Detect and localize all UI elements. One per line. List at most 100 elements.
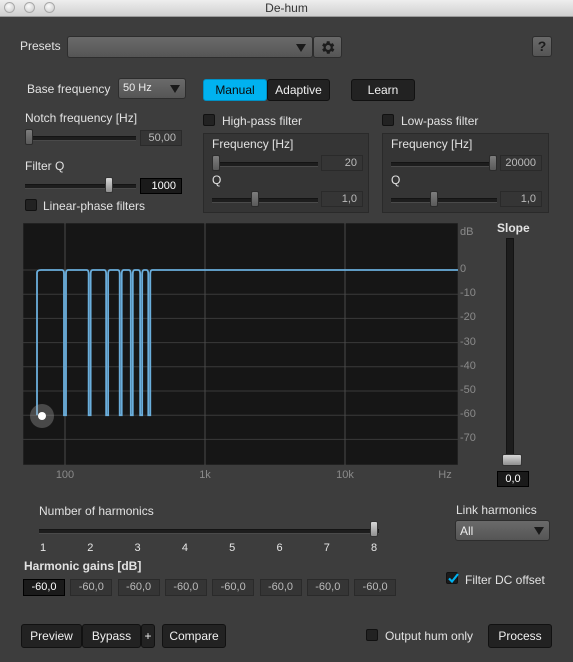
harmonic-tick-label: 8 (371, 542, 378, 554)
filter-q-value[interactable]: 1000 (140, 178, 182, 194)
high-pass-checkbox[interactable] (203, 114, 215, 126)
harmonic-gain-field[interactable]: -60,0 (306, 579, 349, 596)
db-axis: dB 0 -10 -20 -30 -40 -50 -60 -70 (458, 223, 480, 465)
low-pass-frequency-thumb[interactable] (489, 155, 497, 171)
frequency-tick-label: 10k (336, 469, 354, 481)
adaptive-mode-button[interactable]: Adaptive (267, 79, 330, 101)
low-pass-frequency-value[interactable]: 20000 (500, 155, 542, 171)
db-tick-label: -70 (460, 432, 476, 445)
high-pass-label: High-pass filter (222, 114, 303, 128)
frequency-tick-label: 1k (199, 469, 211, 481)
link-harmonics-label: Link harmonics (456, 503, 537, 517)
harmonic-gain-field[interactable]: -60,0 (354, 579, 397, 596)
filter-dc-label: Filter DC offset (465, 573, 545, 587)
high-pass-q-label: Q (212, 173, 222, 187)
harmonic-tick-label: 1 (39, 542, 47, 554)
low-pass-q-slider[interactable] (391, 198, 497, 203)
harmonics-label: Number of harmonics (39, 504, 154, 518)
link-harmonics-dropdown[interactable]: All (455, 520, 550, 541)
db-tick-label: 0 (460, 263, 467, 275)
db-tick-label: -40 (460, 359, 476, 372)
filter-q-slider[interactable] (25, 184, 136, 189)
db-unit-label: dB (460, 226, 474, 238)
harmonics-ticks: 1 2 3 4 5 6 7 8 (0, 542, 400, 556)
high-pass-q-thumb[interactable] (251, 191, 260, 207)
notch-frequency-slider[interactable] (25, 136, 136, 141)
frequency-tick-label: 100 (55, 469, 75, 481)
high-pass-q-slider[interactable] (212, 198, 318, 203)
high-pass-frequency-slider[interactable] (212, 162, 318, 167)
filter-dc-checkbox[interactable] (446, 572, 459, 584)
dehum-window: De-hum Presets ? Base frequency 50 Hz Ma… (0, 0, 573, 662)
chevron-down-icon (170, 85, 180, 93)
low-pass-label: Low-pass filter (401, 114, 479, 128)
chevron-down-icon (296, 44, 306, 52)
notch-frequency-label: Notch frequency [Hz] (25, 111, 138, 125)
low-pass-q-value[interactable]: 1,0 (500, 191, 542, 207)
notch-frequency-value[interactable]: 50,00 (140, 130, 182, 146)
help-button[interactable]: ? (532, 36, 552, 57)
base-frequency-label: Base frequency (27, 82, 111, 96)
checkmark-icon (448, 573, 459, 584)
harmonic-tick-label: 6 (276, 542, 283, 554)
db-tick-label: -60 (460, 408, 476, 421)
title-bar: De-hum (0, 0, 573, 17)
base-frequency-value: 50 Hz (123, 82, 152, 94)
high-pass-frequency-thumb[interactable] (212, 155, 220, 171)
low-pass-frequency-slider[interactable] (391, 162, 497, 167)
harmonic-tick-label: 5 (229, 542, 236, 554)
preset-settings-button[interactable] (313, 36, 342, 58)
db-tick-label: -10 (460, 287, 476, 300)
slope-value[interactable]: 0,0 (497, 471, 529, 487)
harmonics-thumb[interactable] (370, 521, 379, 537)
db-tick-label: -50 (460, 384, 476, 396)
low-pass-q-label: Q (391, 173, 401, 187)
harmonic-tick-label: 4 (181, 542, 188, 554)
high-pass-q-value[interactable]: 1,0 (321, 191, 363, 207)
output-hum-only-checkbox[interactable] (366, 629, 378, 641)
low-pass-q-thumb[interactable] (430, 191, 439, 207)
high-pass-frequency-value[interactable]: 20 (321, 155, 363, 171)
preview-button[interactable]: Preview (21, 624, 82, 648)
harmonic-gain-field[interactable]: -60,0 (70, 579, 113, 596)
bypass-button[interactable]: Bypass (82, 624, 141, 648)
bypass-plus-button[interactable]: + (141, 624, 155, 648)
harmonic-gain-field[interactable]: -60,0 (23, 579, 65, 596)
gear-icon (322, 41, 335, 54)
base-frequency-dropdown[interactable]: 50 Hz (118, 78, 186, 99)
presets-dropdown[interactable] (67, 36, 313, 58)
filter-q-thumb[interactable] (105, 177, 114, 193)
presets-label: Presets (20, 39, 61, 53)
slope-thumb[interactable] (502, 454, 522, 466)
chevron-down-icon (534, 527, 544, 535)
low-pass-frequency-label: Frequency [Hz] (391, 137, 473, 151)
harmonic-handle[interactable] (30, 404, 54, 428)
harmonic-gains-label: Harmonic gains [dB] (24, 559, 142, 573)
filter-q-label: Filter Q (25, 159, 65, 173)
harmonic-gain-field[interactable]: -60,0 (259, 579, 302, 596)
frequency-tick-label: Hz (438, 469, 452, 481)
slope-label: Slope (497, 221, 530, 235)
db-tick-label: -20 (460, 311, 476, 324)
output-hum-only-label: Output hum only (385, 629, 474, 643)
compare-button[interactable]: Compare (162, 624, 226, 648)
learn-button[interactable]: Learn (351, 79, 415, 101)
harmonic-tick-label: 3 (134, 542, 141, 554)
harmonic-gain-field[interactable]: -60,0 (164, 579, 207, 596)
low-pass-checkbox[interactable] (382, 114, 394, 126)
window-title: De-hum (265, 1, 308, 15)
db-tick-label: -30 (460, 335, 476, 348)
harmonics-slider[interactable] (39, 529, 379, 534)
harmonic-tick-label: 2 (87, 542, 94, 554)
low-pass-panel: Frequency [Hz] 20000 Q 1,0 (382, 133, 549, 213)
linear-phase-label: Linear-phase filters (43, 199, 146, 213)
linear-phase-checkbox[interactable] (25, 199, 37, 211)
harmonic-gain-field[interactable]: -60,0 (212, 579, 255, 596)
frequency-response-graph[interactable] (23, 223, 458, 465)
manual-mode-button[interactable]: Manual (203, 79, 267, 101)
harmonic-handle-dot[interactable] (38, 412, 46, 420)
harmonic-gain-field[interactable]: -60,0 (117, 579, 160, 596)
notch-frequency-thumb[interactable] (25, 129, 33, 145)
slope-slider[interactable] (506, 238, 514, 464)
process-button[interactable]: Process (488, 624, 552, 648)
